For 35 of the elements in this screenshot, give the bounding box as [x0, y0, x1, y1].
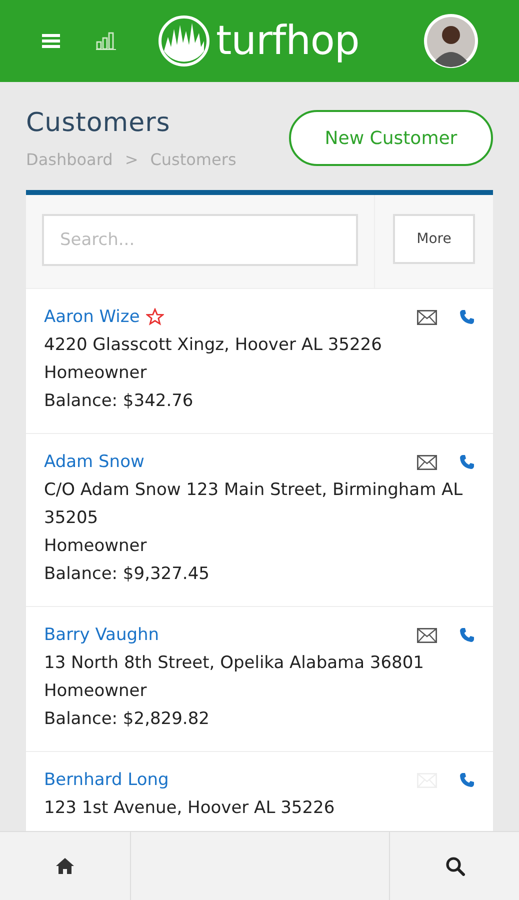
envelope-icon[interactable]: [417, 628, 437, 642]
customer-type: Homeowner: [44, 680, 148, 703]
phone-icon[interactable]: [459, 772, 475, 788]
customer-balance: Balance: $9,327.45: [44, 563, 210, 586]
customer-address: 4220 Glasscott Xingz, Hoover AL 35226: [44, 334, 383, 357]
customer-address: 123 1st Avenue, Hoover AL 35226: [44, 797, 336, 820]
avatar-icon[interactable]: [423, 13, 479, 69]
customer-balance: Balance: $342.76: [44, 390, 194, 413]
brand-name: turfhop: [216, 18, 360, 64]
home-icon[interactable]: [55, 857, 75, 875]
page-title: Customers: [26, 108, 172, 138]
envelope-icon[interactable]: [417, 454, 437, 470]
customer-address: C/O Adam Snow 123 Main Street, Birmingham AL 35205: [44, 479, 464, 530]
phone-icon[interactable]: [459, 454, 475, 470]
new-customer-button[interactable]: New Customer: [289, 110, 493, 166]
customer-name-link[interactable]: Barry Vaughn: [44, 621, 160, 649]
customer-name-link[interactable]: Adam Snow: [44, 448, 144, 476]
bar-chart-icon[interactable]: [96, 32, 116, 50]
search-icon[interactable]: [444, 856, 464, 876]
menu-icon[interactable]: [42, 34, 60, 48]
grass-logo-icon: [158, 15, 210, 67]
phone-icon[interactable]: [459, 627, 475, 643]
search-field[interactable]: Search...: [42, 214, 358, 266]
star-icon[interactable]: [146, 308, 164, 326]
customer-balance: Balance: $2,829.82: [44, 708, 210, 731]
customer-address: 13 North 8th Street, Opelika Alabama 36801: [44, 652, 425, 675]
customer-name-link[interactable]: Bernhard Long: [44, 766, 169, 794]
breadcrumb-current: Customers: [150, 150, 236, 169]
customer-type: Homeowner: [44, 535, 148, 558]
phone-icon[interactable]: [459, 309, 475, 325]
customer-type: Homeowner: [44, 362, 148, 385]
breadcrumb-separator: >: [124, 150, 138, 169]
envelope-icon[interactable]: [417, 310, 437, 324]
more-button[interactable]: More: [393, 214, 475, 264]
customer-name-link[interactable]: Aaron Wize: [44, 303, 140, 331]
